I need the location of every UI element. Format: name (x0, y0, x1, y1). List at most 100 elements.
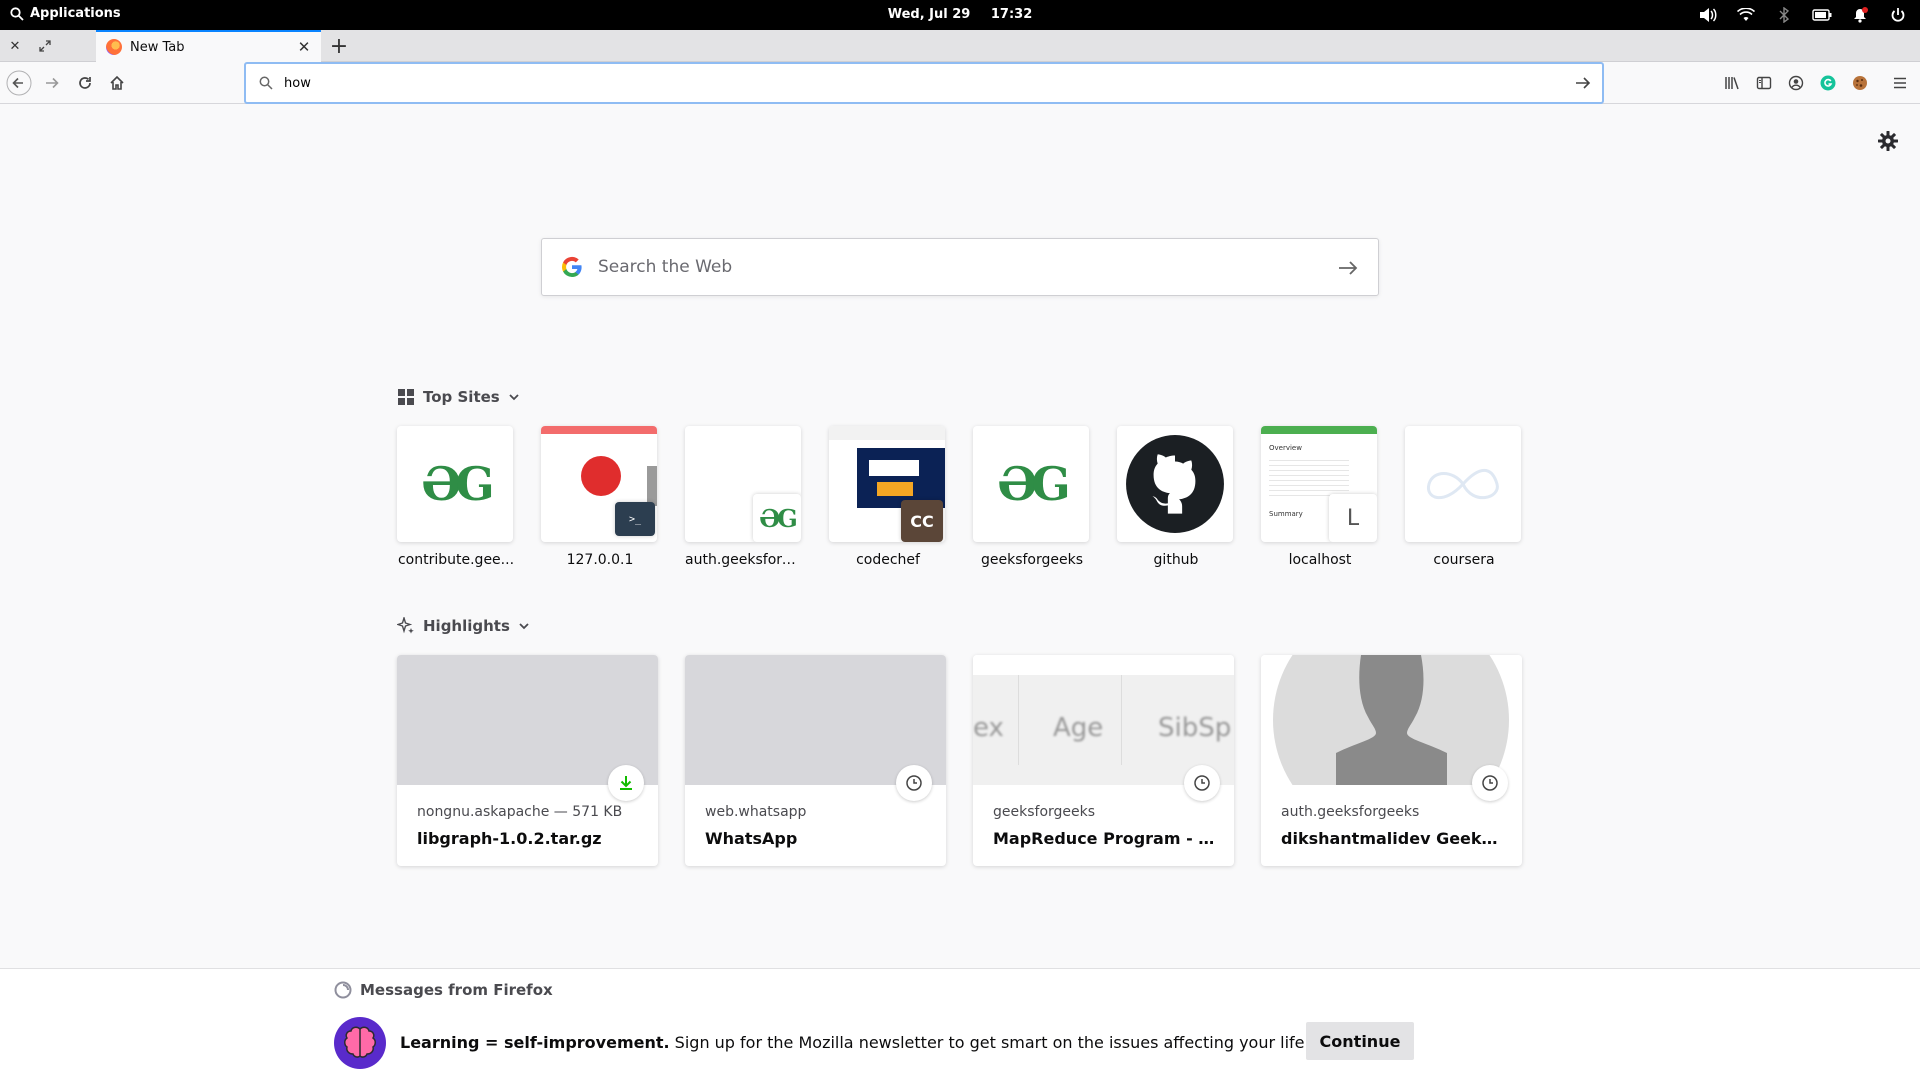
localhost-letter-icon: L (1329, 494, 1377, 542)
site-thumbnail: ƏG (685, 426, 801, 542)
messages-header: Messages from Firefox (334, 981, 553, 999)
highlight-card[interactable]: nongnu.askapache — 571 KB libgraph-1.0.2… (397, 655, 658, 866)
site-thumbnail: ƏG (973, 426, 1089, 542)
highlights-header[interactable]: Highlights (397, 617, 530, 635)
brain-icon (334, 1017, 386, 1069)
gfg-logo: ƏG (997, 457, 1070, 511)
menu-hamburger-icon[interactable] (1889, 72, 1911, 94)
google-icon (561, 256, 582, 278)
coursera-logo-icon (1426, 469, 1499, 500)
site-thumbnail (1117, 426, 1233, 542)
library-icon[interactable] (1721, 72, 1743, 94)
home-button[interactable] (104, 70, 130, 96)
clock-time: 17:32 (990, 7, 1033, 22)
wifi-icon[interactable] (1736, 5, 1756, 25)
site-thumbnail: CC (829, 426, 945, 542)
highlights-sparkle-icon (397, 617, 414, 634)
power-icon[interactable] (1888, 5, 1908, 25)
web-search-input[interactable] (598, 257, 1298, 277)
search-icon (256, 73, 276, 93)
history-icon (1184, 765, 1220, 801)
highlight-card[interactable]: web.whatsapp WhatsApp (685, 655, 946, 866)
site-thumbnail (1405, 426, 1521, 542)
site-label: 127.0.0.1 (566, 552, 634, 568)
site-label: coursera (1433, 552, 1495, 568)
tab-new-tab[interactable]: New Tab ✕ (96, 30, 321, 62)
card-source: nongnu.askapache — 571 KB (417, 804, 623, 820)
top-site-tile[interactable]: CC codechef (829, 426, 947, 568)
site-label: github (1153, 552, 1199, 568)
grammarly-extension-icon[interactable] (1817, 72, 1839, 94)
highlight-card[interactable]: auth.geeksforgeeks dikshantmalidev Geeks… (1261, 655, 1522, 866)
site-thumbnail: >_ (541, 426, 657, 542)
history-icon (896, 765, 932, 801)
tab-strip: ✕ New Tab ✕ + (0, 30, 1920, 62)
thumbnail-text: Age (1053, 713, 1104, 743)
reload-icon (79, 77, 91, 89)
battery-icon[interactable] (1812, 5, 1832, 25)
site-label: localhost (1288, 552, 1352, 568)
continue-button[interactable]: Continue (1306, 1022, 1414, 1060)
gear-icon[interactable] (1876, 129, 1900, 153)
tomato-image (581, 456, 621, 496)
card-source: auth.geeksforgeeks (1281, 804, 1420, 820)
messages-title: Messages from Firefox (360, 981, 553, 999)
card-source: web.whatsapp (705, 804, 807, 820)
site-label: auth.geeksforg... (685, 552, 803, 568)
address-bar[interactable] (244, 62, 1604, 104)
thumbnail-text: ex (973, 713, 1004, 743)
back-button[interactable] (6, 70, 32, 96)
top-sites-header[interactable]: Top Sites (397, 388, 520, 406)
chevron-down-icon[interactable] (518, 620, 530, 632)
card-title: MapReduce Program - Fin... (993, 829, 1218, 848)
messages-panel: Messages from Firefox Learning = self-im… (0, 968, 1920, 1080)
notifications-icon[interactable] (1850, 5, 1870, 25)
account-icon[interactable] (1785, 72, 1807, 94)
card-title: libgraph-1.0.2.tar.gz (417, 829, 602, 848)
site-label: codechef (856, 552, 920, 568)
codechef-icon: CC (901, 500, 943, 542)
top-site-tile[interactable]: Overview Summary L localhost (1261, 426, 1379, 568)
message-body-text: Sign up for the Mozilla newsletter to ge… (669, 1033, 1364, 1052)
card-source: geeksforgeeks (993, 804, 1096, 820)
forward-button[interactable] (39, 70, 65, 96)
top-sites-title: Top Sites (423, 388, 500, 406)
chevron-down-icon[interactable] (508, 391, 520, 403)
window-restore-icon[interactable] (37, 38, 53, 54)
site-label: contribute.gee... (397, 552, 515, 568)
new-tab-button[interactable]: + (326, 33, 352, 59)
top-site-tile[interactable]: ƏG geeksforgeeks (973, 426, 1091, 568)
volume-icon[interactable] (1698, 5, 1718, 25)
thumbnail-text: SibSp (1158, 713, 1232, 743)
top-site-tile[interactable]: ƏG auth.geeksforg... (685, 426, 803, 568)
top-site-tile[interactable]: ƏG contribute.gee... (397, 426, 515, 568)
web-search-box[interactable] (541, 238, 1379, 296)
new-tab-page: Top Sites ƏG contribute.gee... >_ 127.0.… (0, 105, 1920, 968)
cookie-extension-icon[interactable] (1849, 72, 1871, 94)
search-submit-arrow-icon[interactable] (1336, 256, 1360, 280)
url-input[interactable] (284, 75, 1534, 91)
firefox-icon (106, 39, 122, 55)
go-arrow-icon[interactable] (1572, 72, 1594, 94)
firefox-logo-icon (334, 981, 352, 999)
history-icon (1472, 765, 1508, 801)
highlights-title: Highlights (423, 617, 510, 635)
card-title: WhatsApp (705, 829, 798, 848)
highlight-card[interactable]: ex Age SibSp geeksforgeeks MapReduce Pro… (973, 655, 1234, 866)
reload-button[interactable] (72, 70, 98, 96)
bluetooth-off-icon[interactable] (1774, 5, 1794, 25)
top-site-tile[interactable]: github (1117, 426, 1235, 568)
close-tab-icon[interactable]: ✕ (295, 38, 313, 56)
gfg-small-icon: ƏG (753, 494, 801, 542)
download-icon (608, 765, 644, 801)
system-top-panel: Applications Wed, Jul 29 17:32 (0, 0, 1920, 30)
top-site-tile[interactable]: coursera (1405, 426, 1523, 568)
window-close-icon[interactable]: ✕ (7, 38, 23, 54)
clock-date: Wed, Jul 29 (887, 7, 971, 22)
sidebar-icon[interactable] (1753, 72, 1775, 94)
message-bold-text: Learning = self-improvement. (400, 1033, 670, 1052)
top-site-tile[interactable]: >_ 127.0.0.1 (541, 426, 659, 568)
site-label: geeksforgeeks (980, 552, 1084, 568)
tab-title: New Tab (130, 39, 185, 55)
clock[interactable]: Wed, Jul 29 17:32 (0, 7, 1920, 22)
